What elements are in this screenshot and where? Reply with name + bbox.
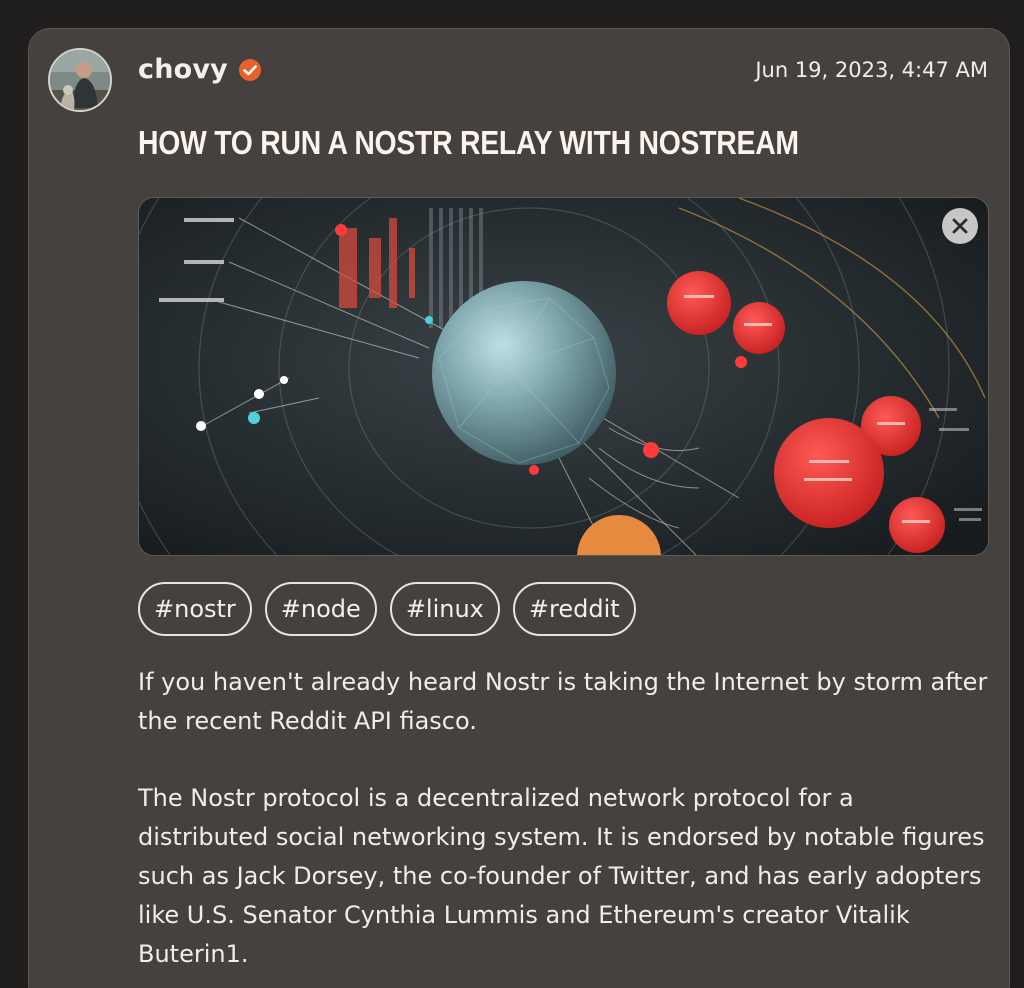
verified-badge-icon [238,58,262,82]
author-info: chovy [138,54,262,85]
post-paragraph: The Nostr protocol is a decentralized ne… [138,784,985,968]
tag-nostr[interactable]: #nostr [138,582,252,636]
network-globe-illustration [139,198,988,555]
tag-list: #nostr #node #linux #reddit [138,582,636,636]
tag-node[interactable]: #node [264,582,377,636]
tag-reddit[interactable]: #reddit [512,582,636,636]
post-timestamp: Jun 19, 2023, 4:47 AM [755,58,988,82]
hero-image [138,197,989,556]
author-name[interactable]: chovy [138,54,228,85]
tag-linux[interactable]: #linux [389,582,500,636]
post-paragraph: If you haven't already heard Nostr is ta… [138,668,988,735]
post-body: If you haven't already heard Nostr is ta… [138,663,988,973]
post-title: HOW TO RUN A NOSTR RELAY WITH NOSTREAM [138,124,799,161]
close-icon[interactable] [942,208,978,244]
avatar[interactable] [48,48,112,112]
